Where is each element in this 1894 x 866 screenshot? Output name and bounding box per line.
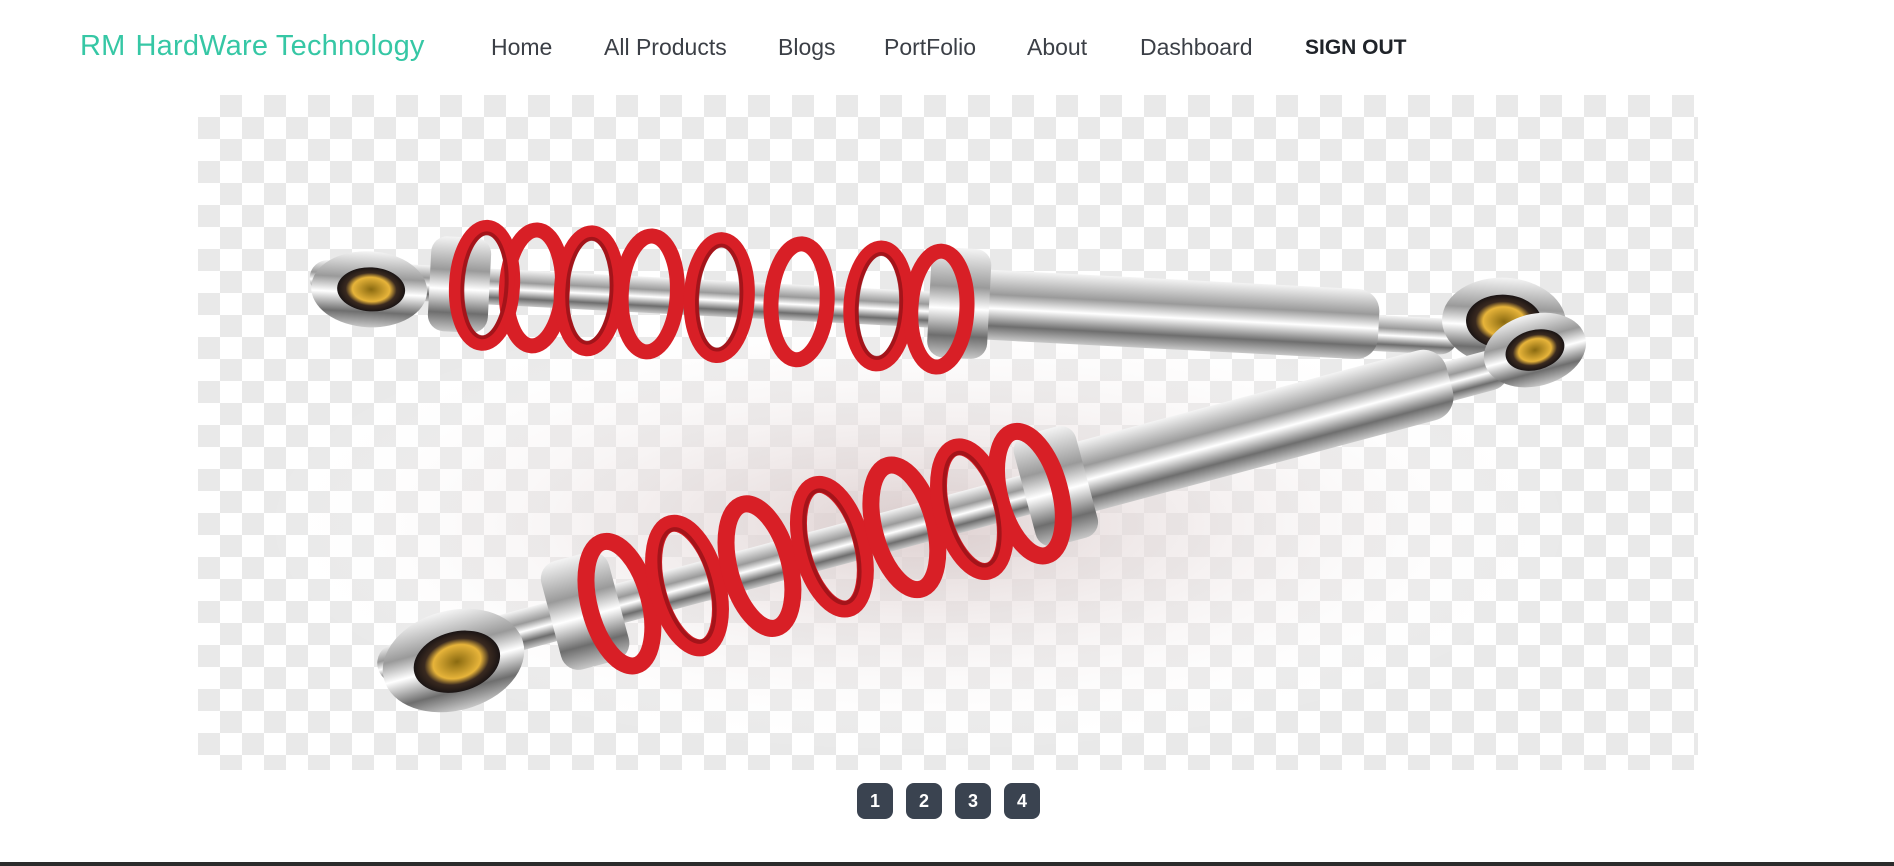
carousel-pagination: 1 2 3 4	[857, 783, 1040, 819]
sign-out-button[interactable]: SIGN OUT	[1305, 36, 1407, 60]
brand-initials: RM	[80, 30, 126, 62]
page-bottom-edge	[0, 862, 1894, 866]
top-navbar: RM HardWare Technology Home All Products …	[0, 0, 1894, 96]
nav-home-link[interactable]: Home	[491, 34, 552, 61]
nav-all-products-link[interactable]: All Products	[604, 34, 727, 61]
nav-about-link[interactable]: About	[1027, 34, 1087, 61]
nav-portfolio-link[interactable]: PortFolio	[884, 34, 976, 61]
carousel-page-4-button[interactable]: 4	[1004, 783, 1040, 819]
brand-logo[interactable]: RM HardWare Technology	[80, 30, 425, 63]
brand-title: HardWare Technology	[135, 30, 425, 62]
carousel-page-1-button[interactable]: 1	[857, 783, 893, 819]
carousel-page-2-button[interactable]: 2	[906, 783, 942, 819]
carousel-page-3-button[interactable]: 3	[955, 783, 991, 819]
nav-blogs-link[interactable]: Blogs	[778, 34, 836, 61]
nav-dashboard-link[interactable]: Dashboard	[1140, 34, 1253, 61]
shock-absorber-image	[258, 219, 1587, 755]
hero-carousel-slide	[198, 95, 1698, 770]
